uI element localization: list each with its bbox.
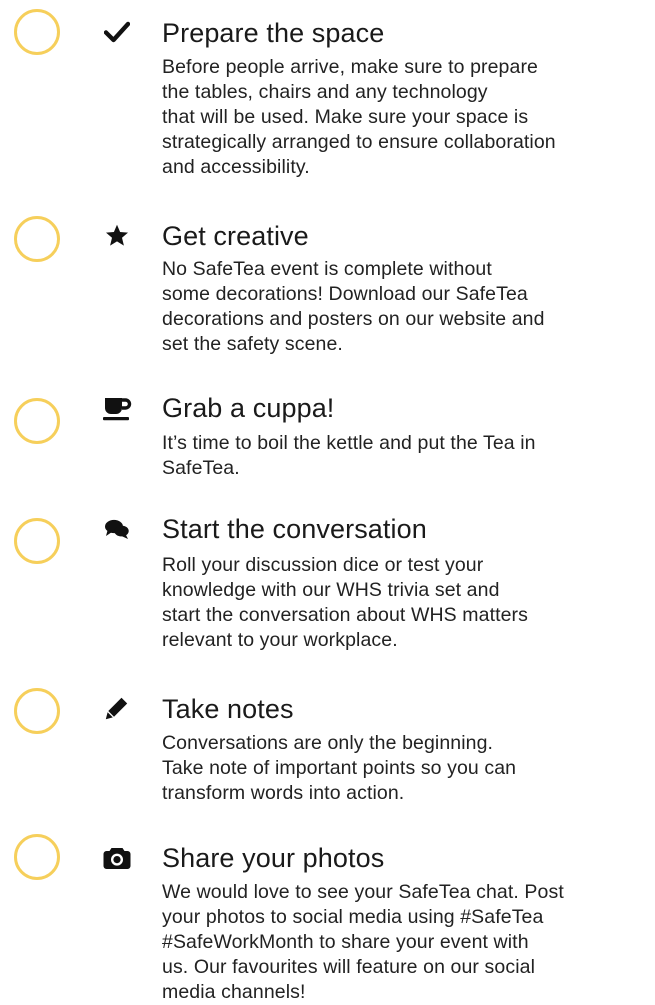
description-line: decorations and posters on our website a… xyxy=(162,308,545,330)
description-line: Take note of important points so you can xyxy=(162,757,517,779)
description-line: strategically arranged to ensure collabo… xyxy=(162,131,556,153)
description-line: media channels! xyxy=(162,981,306,1003)
check-icon xyxy=(102,17,132,47)
description-line: relevant to your workplace. xyxy=(162,629,398,651)
star-icon xyxy=(102,220,132,250)
description-line: SafeTea. xyxy=(162,457,240,479)
description-line: Before people arrive, make sure to prepa… xyxy=(162,56,538,78)
description-line: transform words into action. xyxy=(162,782,405,804)
description-line: us. Our favourites will feature on our s… xyxy=(162,956,536,978)
item-description: Conversations are only the beginning. Ta… xyxy=(162,731,650,806)
checkbox[interactable] xyxy=(14,518,60,564)
item-title: Get creative xyxy=(162,221,309,251)
checkbox[interactable] xyxy=(14,398,60,444)
item-description: We would love to see your SafeTea chat. … xyxy=(162,880,650,1005)
description-line: start the conversation about WHS matters xyxy=(162,604,528,626)
item-title: Take notes xyxy=(162,694,294,724)
description-line: and accessibility. xyxy=(162,156,310,178)
item-title: Share your photos xyxy=(162,843,385,873)
checkbox[interactable] xyxy=(14,9,60,55)
item-description: Before people arrive, make sure to prepa… xyxy=(162,55,650,180)
checkbox[interactable] xyxy=(14,216,60,262)
description-line: set the safety scene. xyxy=(162,333,343,355)
item-description: Roll your discussion dice or test your k… xyxy=(162,553,650,653)
checkbox[interactable] xyxy=(14,688,60,734)
description-line: It’s time to boil the kettle and put the… xyxy=(162,432,536,454)
description-line: some decorations! Download our SafeTea xyxy=(162,283,528,305)
checkbox[interactable] xyxy=(14,834,60,880)
description-line: No SafeTea event is complete without xyxy=(162,258,492,280)
description-line: the tables, chairs and any technology xyxy=(162,81,488,103)
description-line: Conversations are only the beginning. xyxy=(162,732,494,754)
pencil-icon xyxy=(102,693,132,723)
item-description: No SafeTea event is complete without som… xyxy=(162,257,650,357)
description-line: that will be used. Make sure your space … xyxy=(162,106,529,128)
camera-icon xyxy=(102,843,132,873)
item-description: It’s time to boil the kettle and put the… xyxy=(162,431,650,481)
description-line: Roll your discussion dice or test your xyxy=(162,554,484,576)
checklist: Prepare the space Before people arrive, … xyxy=(0,0,655,1005)
item-title: Start the conversation xyxy=(162,514,427,544)
description-line: knowledge with our WHS trivia set and xyxy=(162,579,500,601)
chat-bubbles-icon xyxy=(102,514,132,544)
coffee-cup-icon xyxy=(102,393,132,423)
item-title: Grab a cuppa! xyxy=(162,393,335,423)
item-title: Prepare the space xyxy=(162,18,385,48)
description-line: your photos to social media using #SafeT… xyxy=(162,906,544,928)
description-line: We would love to see your SafeTea chat. … xyxy=(162,881,564,903)
description-line: #SafeWorkMonth to share your event with xyxy=(162,931,529,953)
